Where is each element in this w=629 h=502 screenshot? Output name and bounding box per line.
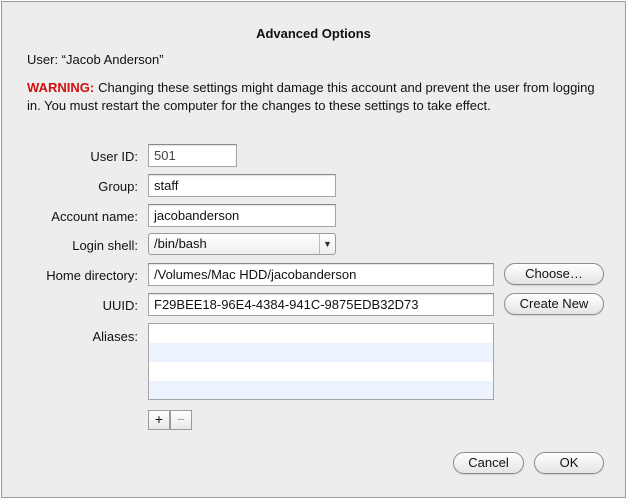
home-directory-field[interactable]: /Volumes/Mac HDD/jacobanderson bbox=[148, 263, 494, 286]
group-field[interactable]: staff bbox=[148, 174, 336, 197]
account-name-label: Account name: bbox=[51, 209, 138, 224]
account-name-field[interactable]: jacobanderson bbox=[148, 204, 336, 227]
cancel-button[interactable]: Cancel bbox=[453, 452, 524, 474]
warning-text: Changing these settings might damage thi… bbox=[27, 80, 595, 113]
create-new-button[interactable]: Create New bbox=[504, 293, 604, 315]
dialog-title: Advanced Options bbox=[256, 26, 371, 41]
list-item[interactable] bbox=[149, 362, 493, 381]
dropdown-arrow-icon: ▼ bbox=[319, 234, 335, 254]
login-shell-value: /bin/bash bbox=[154, 236, 207, 251]
user-name-line: User: “Jacob Anderson” bbox=[27, 52, 164, 67]
list-item[interactable] bbox=[149, 324, 493, 343]
add-alias-button[interactable]: + bbox=[148, 410, 170, 430]
uuid-label: UUID: bbox=[102, 298, 138, 313]
group-label: Group: bbox=[98, 179, 138, 194]
warning-message: WARNING: Changing these settings might da… bbox=[27, 79, 607, 115]
user-id-label: User ID: bbox=[90, 149, 138, 164]
aliases-list[interactable] bbox=[148, 323, 494, 400]
list-item[interactable] bbox=[149, 343, 493, 362]
user-id-field[interactable]: 501 bbox=[148, 144, 237, 167]
home-directory-label: Home directory: bbox=[46, 268, 138, 283]
aliases-label: Aliases: bbox=[92, 329, 138, 344]
advanced-options-dialog: Advanced Options User: “Jacob Anderson” … bbox=[1, 1, 626, 498]
login-shell-select[interactable]: /bin/bash ▼ bbox=[148, 233, 336, 255]
remove-alias-button[interactable]: − bbox=[170, 410, 192, 430]
choose-button[interactable]: Choose… bbox=[504, 263, 604, 285]
warning-label: WARNING: bbox=[27, 80, 95, 95]
uuid-field[interactable]: F29BEE18-96E4-4384-941C-9875EDB32D73 bbox=[148, 293, 494, 316]
list-item[interactable] bbox=[149, 381, 493, 399]
ok-button[interactable]: OK bbox=[534, 452, 604, 474]
login-shell-label: Login shell: bbox=[72, 238, 138, 253]
